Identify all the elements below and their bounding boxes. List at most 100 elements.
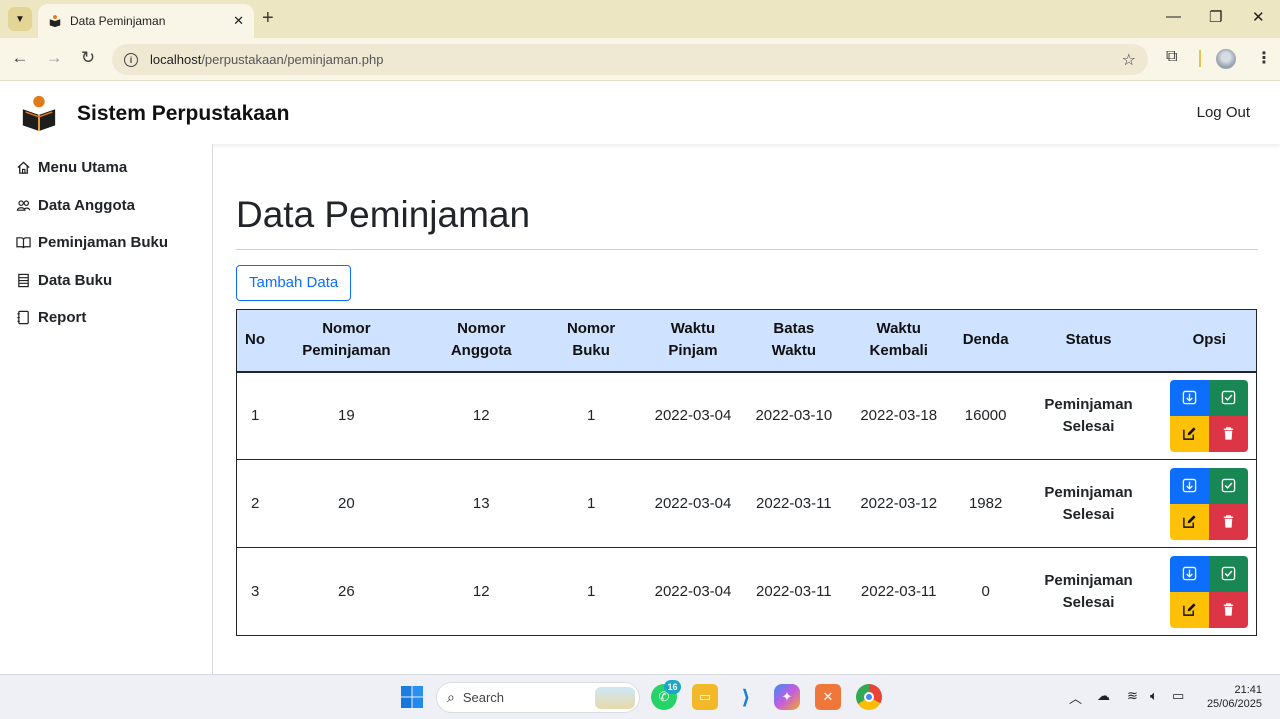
page-title: Data Peminjaman [236,194,531,235]
cell-nomor-anggota: 12 [419,547,544,636]
cell-nomor-buku: 1 [543,547,640,636]
home-icon [16,160,31,175]
logout-link[interactable]: Log Out [1197,104,1250,121]
download-button[interactable] [1170,467,1210,504]
status-line: Selesai [1062,505,1115,523]
copilot-icon[interactable]: ✦ [774,684,800,710]
header-line: Peminjaman [302,342,391,360]
complete-button[interactable] [1209,555,1249,592]
chevron-down-icon: ▼ [15,13,25,25]
whatsapp-badge: 16 [664,680,681,694]
status-line: Peminjaman [1044,395,1133,413]
header-line: Nomor [457,320,506,338]
reload-icon[interactable]: ↻ [76,48,100,68]
cell-denda: 0 [956,547,1015,636]
sidebar-item-label: Data Buku [38,271,113,289]
sidebar-item-menu-utama[interactable]: Menu Utama [0,149,212,187]
sidebar-item-peminjaman-buku[interactable]: Peminjaman Buku [0,224,212,262]
tab-search-button[interactable]: ▼ [8,7,32,31]
loans-table: No Nomor Peminjaman Nomor Anggota Nomor Buk… [236,309,1257,636]
cloud-off-icon[interactable]: ☁ [1097,688,1110,704]
cell-denda: 1982 [956,459,1015,548]
download-button[interactable] [1170,379,1210,416]
url-host: localhost [150,52,202,67]
sidebar-item-data-anggota[interactable]: Data Anggota [0,187,212,225]
header-line: Nomor [566,320,616,338]
wifi-icon[interactable]: ≋ [1127,688,1138,704]
download-icon [1182,566,1197,581]
forward-arrow-icon[interactable]: → [42,48,66,68]
options-group [1162,467,1256,540]
sidebar-item-data-buku[interactable]: Data Buku [0,262,212,300]
library-favicon-icon [49,15,61,28]
file-explorer-icon[interactable]: ▭ [692,684,718,710]
url-path: /perpustakaan/peminjaman.php [201,52,384,67]
minimize-icon[interactable]: — [1166,8,1181,25]
chrome-icon[interactable] [856,684,882,710]
cell-status: Peminjaman Selesai [1014,371,1163,460]
complete-button[interactable] [1209,379,1249,416]
clock-date: 25/06/2025 [1206,698,1262,710]
status-line: Selesai [1062,593,1115,611]
sidebar-item-report[interactable]: Report [0,299,212,337]
complete-button[interactable] [1209,467,1249,504]
xampp-icon[interactable]: ✕ [815,684,841,710]
cell-status: Peminjaman Selesai [1014,547,1163,636]
download-button[interactable] [1170,555,1210,592]
header-line: Waktu [670,320,716,338]
tray-chevron-up-icon[interactable]: ︿ [1069,688,1082,707]
cell-no: 3 [236,547,274,636]
vscode-icon[interactable]: ⟩ [733,684,759,710]
sidebar-item-label: Report [38,309,87,327]
edit-icon [1183,603,1196,616]
col-header-nomor-peminjaman: Nomor Peminjaman [273,309,420,373]
search-icon: ⌕ [447,689,455,705]
new-tab-button[interactable]: + [262,8,274,28]
table-row: 3 26 12 1 2022-03-04 2022-03-11 2022-03-… [236,547,1257,636]
bookmark-star-icon[interactable]: ☆ [1122,50,1136,70]
col-header-waktu-kembali: Waktu Kembali [840,309,957,373]
taskbar-clock[interactable]: 21:41 25/06/2025 [1207,683,1262,711]
cell-nomor-buku: 1 [543,459,640,548]
edit-button[interactable] [1170,415,1210,452]
header-line: Kembali [869,342,928,360]
tab-close-icon[interactable]: ✕ [233,13,244,29]
back-arrow-icon[interactable]: ← [8,48,32,68]
cell-batas-waktu: 2022-03-10 [746,371,841,460]
extensions-icon[interactable]: ⧉ [1166,48,1177,66]
site-info-icon[interactable]: i [124,52,138,67]
delete-button[interactable] [1209,415,1249,452]
library-logo-icon [22,95,56,132]
taskbar-search[interactable]: ⌕ Search [436,682,640,713]
download-icon [1182,391,1197,405]
edit-button[interactable] [1170,503,1210,540]
app-brand: Sistem Perpustakaan [77,102,290,125]
cell-batas-waktu: 2022-03-11 [746,459,841,548]
profile-avatar[interactable] [1216,49,1236,69]
address-bar[interactable]: i localhost/perpustakaan/peminjaman.php … [112,44,1148,75]
browser-menu-icon[interactable]: ⋮ [1256,48,1272,68]
status-line: Selesai [1062,417,1115,435]
edit-button[interactable] [1170,591,1210,628]
battery-icon[interactable]: ▭ [1172,688,1184,704]
col-header-nomor-anggota: Nomor Anggota [419,309,544,373]
cell-waktu-pinjam: 2022-03-04 [639,547,747,636]
table-header-row: No Nomor Peminjaman Nomor Anggota Nomor Buk… [236,309,1257,373]
cell-nomor-peminjaman: 19 [273,371,420,460]
delete-button[interactable] [1209,503,1249,540]
status-line: Peminjaman [1044,483,1133,501]
header-line: Waktu [771,342,817,360]
list-icon [16,273,31,288]
delete-button[interactable] [1209,591,1249,628]
edit-icon [1183,515,1196,528]
volume-icon[interactable]: 🔈︎ [1150,688,1158,704]
windows-start-icon[interactable] [399,684,425,710]
cell-opsi [1162,547,1257,636]
restore-icon[interactable]: ❐ [1209,8,1222,26]
cell-opsi [1162,459,1257,548]
col-header-batas-waktu: Batas Waktu [746,309,841,373]
browser-tab[interactable]: Data Peminjaman ✕ [38,4,254,38]
options-group [1162,379,1256,452]
close-window-icon[interactable]: ✕ [1252,8,1265,26]
add-data-button[interactable]: Tambah Data [236,265,352,301]
